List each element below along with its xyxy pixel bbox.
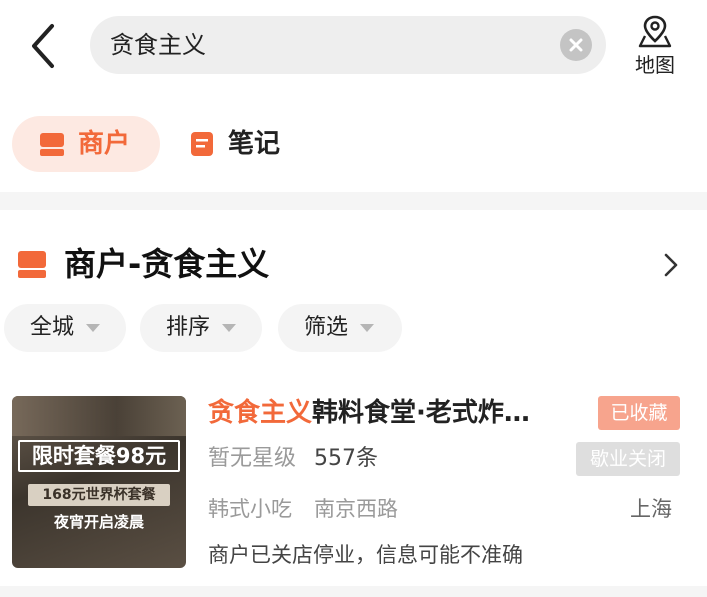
chevron-left-icon[interactable] — [22, 20, 66, 72]
search-query: 贪食主义 — [110, 31, 206, 59]
tab-note[interactable]: 笔记 — [184, 116, 304, 172]
thumbnail-photo — [12, 396, 186, 436]
filter-screen[interactable]: 筛选 — [278, 304, 402, 352]
map-button[interactable]: 地图 — [628, 12, 682, 82]
thumbnail-promo-price: 限时套餐98元 — [18, 440, 180, 472]
clear-circle-icon[interactable] — [560, 29, 592, 61]
shop-icon — [38, 130, 66, 158]
filter-label: 排序 — [166, 315, 211, 340]
map-label: 地图 — [635, 53, 675, 77]
section-title: 商户-贪食主义 — [64, 245, 270, 283]
note-icon — [188, 130, 216, 158]
thumbnail-promo-hours: 夜宵开启凌晨 — [53, 513, 144, 531]
merchant-name-rest: 韩料食堂·老式炸… — [312, 398, 530, 428]
merchant-name-highlight: 贪食主义 — [208, 398, 313, 428]
caret-down-icon — [360, 324, 374, 332]
top-bar: 贪食主义 地图 商户 笔记 — [0, 0, 707, 192]
chevron-right-icon[interactable] — [658, 250, 682, 280]
tab-label: 商户 — [78, 129, 131, 159]
merchant-section: 商户-贪食主义 全城 排序 筛选 限时套餐98元 168元世界杯套餐 夜宵开启凌… — [0, 210, 707, 586]
filter-sort[interactable]: 排序 — [140, 304, 262, 352]
filter-label: 全城 — [30, 315, 75, 340]
merchant-name[interactable]: 贪食主义韩料食堂·老式炸… — [208, 396, 588, 430]
closure-notice: 商户已关店停业，信息可能不准确 — [208, 543, 523, 567]
caret-down-icon — [86, 324, 100, 332]
closed-badge: 歇业关闭 — [576, 442, 680, 476]
merchant-thumbnail[interactable]: 限时套餐98元 168元世界杯套餐 夜宵开启凌晨 — [12, 396, 186, 568]
filter-city[interactable]: 全城 — [4, 304, 126, 352]
filter-label: 筛选 — [304, 315, 349, 340]
rating-text: 暂无星级 — [208, 446, 297, 471]
city-text: 上海 — [630, 497, 672, 521]
category-text: 韩式小吃 — [208, 497, 292, 521]
caret-down-icon — [222, 324, 236, 332]
area-text: 南京西路 — [314, 497, 398, 521]
tab-merchant[interactable]: 商户 — [12, 116, 160, 172]
thumbnail-promo-set: 168元世界杯套餐 — [28, 484, 170, 506]
shop-icon — [16, 248, 48, 280]
favorited-badge[interactable]: 已收藏 — [598, 396, 680, 430]
tab-label: 笔记 — [228, 129, 281, 159]
review-count: 557条 — [314, 446, 378, 471]
search-input[interactable]: 贪食主义 — [90, 16, 606, 74]
